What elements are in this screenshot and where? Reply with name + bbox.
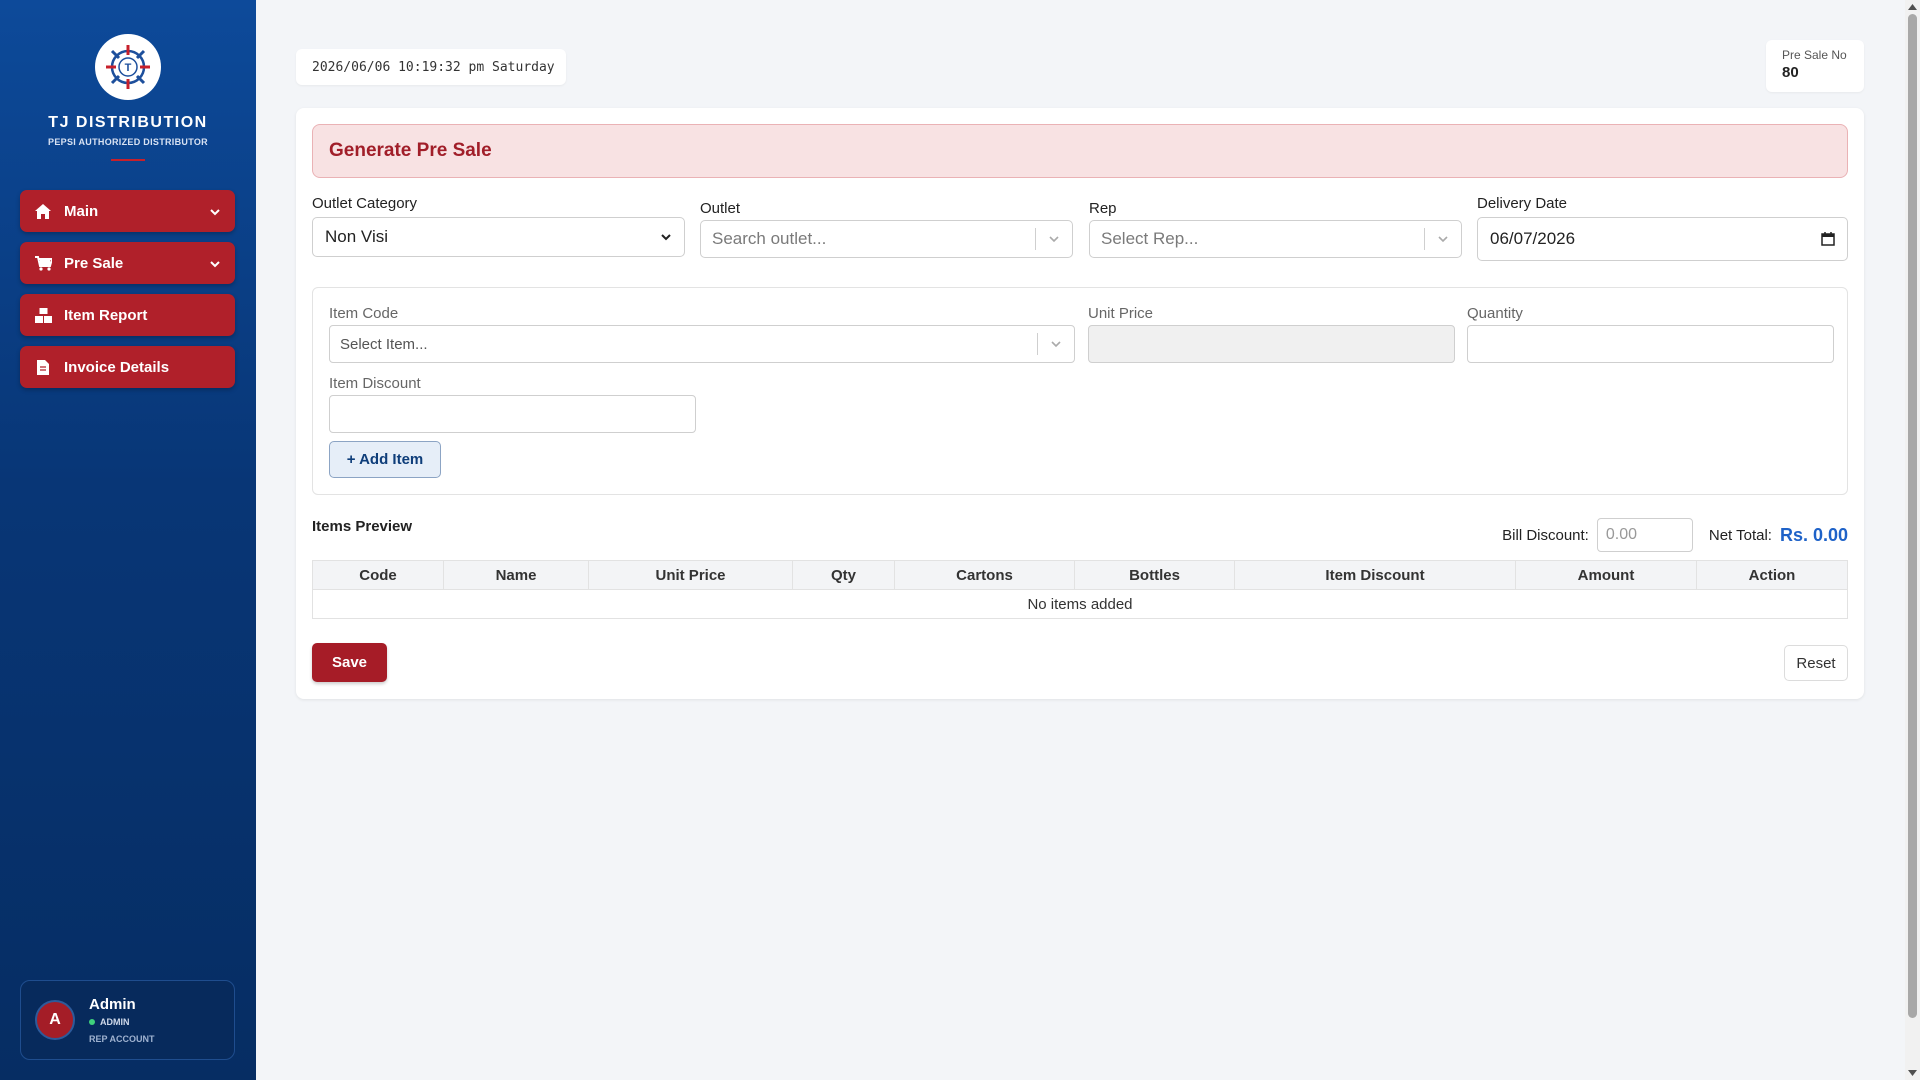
delivery-date-label: Delivery Date bbox=[1477, 195, 1568, 212]
quantity-field: Quantity bbox=[1467, 305, 1834, 363]
sidebar-item-invoice-details[interactable]: Invoice Details bbox=[20, 346, 235, 388]
profile-role-text: ADMIN bbox=[100, 1017, 130, 1027]
scroll-down-arrow-icon[interactable] bbox=[1908, 1068, 1917, 1078]
bill-summary: Bill Discount: 0.00 Net Total: Rs. 0.00 bbox=[1502, 518, 1848, 552]
calendar-icon[interactable] bbox=[1821, 232, 1835, 246]
bill-discount-label: Bill Discount: bbox=[1502, 526, 1589, 544]
scroll-up-arrow-icon[interactable] bbox=[1908, 2, 1917, 12]
boxes-icon bbox=[34, 306, 52, 324]
save-button[interactable]: Save bbox=[312, 643, 387, 682]
form-title: Generate Pre Sale bbox=[312, 124, 1848, 178]
column-header: Code bbox=[312, 560, 444, 590]
profile-name: Admin bbox=[89, 996, 136, 1013]
delivery-date-field: Delivery Date 06/07/2026 bbox=[1477, 195, 1848, 261]
profile-account-type: REP ACCOUNT bbox=[89, 1034, 155, 1044]
chevron-down-icon[interactable] bbox=[1036, 233, 1072, 245]
outlet-category-value: Non Visi bbox=[325, 227, 388, 246]
page-scrollbar[interactable] bbox=[1905, 0, 1920, 1080]
sidebar-nav: Main Pre Sale Item Report Invoice Detail… bbox=[20, 190, 235, 398]
chevron-down-icon bbox=[209, 257, 221, 269]
sidebar-item-item-report[interactable]: Item Report bbox=[20, 294, 235, 336]
chevron-down-icon bbox=[661, 234, 671, 241]
column-header: Unit Price bbox=[588, 560, 793, 590]
table-header-row: Code Name Unit Price Qty Cartons Bottles… bbox=[312, 560, 1848, 590]
bill-discount-placeholder: 0.00 bbox=[1605, 526, 1637, 543]
item-code-field: Item Code Select Item... bbox=[329, 305, 1075, 363]
rep-label: Rep bbox=[1089, 200, 1117, 217]
home-icon bbox=[34, 202, 52, 220]
quantity-input[interactable] bbox=[1467, 325, 1834, 363]
presale-number-label: Pre Sale No bbox=[1782, 48, 1847, 62]
chevron-down-icon[interactable] bbox=[1425, 233, 1461, 245]
item-code-label: Item Code bbox=[329, 305, 399, 322]
bill-discount-input[interactable]: 0.00 bbox=[1596, 518, 1693, 552]
brand: T TJ DISTRIBUTION PEPSI AUTHORIZED DISTR… bbox=[0, 34, 256, 161]
profile-info: Admin ADMIN REP ACCOUNT bbox=[89, 996, 155, 1044]
chevron-down-icon[interactable] bbox=[1038, 338, 1074, 350]
brand-divider bbox=[111, 159, 145, 161]
scrollbar-thumb[interactable] bbox=[1908, 14, 1917, 1018]
presale-form-card: Generate Pre Sale Outlet Category Non Vi… bbox=[296, 108, 1864, 699]
svg-text:T: T bbox=[125, 62, 132, 74]
chevron-down-icon bbox=[209, 205, 221, 217]
sidebar-item-label: Pre Sale bbox=[64, 254, 124, 272]
delivery-date-value: 06/07/2026 bbox=[1490, 229, 1576, 248]
reset-button[interactable]: Reset bbox=[1784, 645, 1848, 681]
outlet-category-field: Outlet Category Non Visi bbox=[312, 195, 685, 257]
item-discount-label: Item Discount bbox=[329, 375, 421, 392]
outlet-field: Outlet Search outlet... bbox=[700, 200, 1073, 258]
items-preview-title: Items Preview bbox=[312, 518, 413, 535]
column-header: Item Discount bbox=[1234, 560, 1516, 590]
outlet-category-label: Outlet Category bbox=[312, 195, 418, 212]
column-header: Bottles bbox=[1074, 560, 1235, 590]
add-item-button[interactable]: + Add Item bbox=[329, 441, 441, 478]
item-code-placeholder: Select Item... bbox=[340, 335, 428, 353]
brand-subtitle: PEPSI AUTHORIZED DISTRIBUTOR bbox=[48, 137, 208, 147]
item-discount-input[interactable] bbox=[329, 395, 696, 433]
item-code-select[interactable]: Select Item... bbox=[329, 325, 1075, 363]
items-table: Code Name Unit Price Qty Cartons Bottles… bbox=[312, 560, 1848, 619]
outlet-label: Outlet bbox=[700, 200, 741, 217]
column-header: Qty bbox=[792, 560, 895, 590]
quantity-label: Quantity bbox=[1467, 305, 1523, 322]
outlet-placeholder: Search outlet... bbox=[712, 229, 827, 248]
online-status-icon bbox=[89, 1019, 95, 1025]
current-datetime: 2026/06/06 10:19:32 pm Saturday bbox=[296, 49, 566, 85]
document-icon bbox=[34, 358, 52, 376]
presale-number-badge: Pre Sale No 80 bbox=[1766, 40, 1864, 92]
sidebar-item-label: Main bbox=[64, 202, 99, 220]
brand-name: TJ DISTRIBUTION bbox=[48, 114, 208, 131]
net-total-label: Net Total: bbox=[1708, 526, 1772, 544]
column-header: Action bbox=[1696, 560, 1848, 590]
unit-price-input bbox=[1088, 325, 1455, 363]
item-discount-field: Item Discount bbox=[329, 375, 696, 433]
outlet-search-select[interactable]: Search outlet... bbox=[700, 220, 1073, 258]
rep-field: Rep Select Rep... bbox=[1089, 200, 1462, 258]
cart-icon bbox=[34, 254, 52, 272]
item-entry-section: Item Code Select Item... Unit Price Quan… bbox=[312, 287, 1848, 495]
sidebar-item-pre-sale[interactable]: Pre Sale bbox=[20, 242, 235, 284]
column-header: Cartons bbox=[894, 560, 1075, 590]
company-logo: T bbox=[95, 34, 161, 100]
outlet-category-select[interactable]: Non Visi bbox=[312, 217, 685, 257]
net-total-value: Rs. 0.00 bbox=[1779, 524, 1848, 545]
column-header: Amount bbox=[1515, 560, 1697, 590]
unit-price-label: Unit Price bbox=[1088, 305, 1154, 322]
avatar: A bbox=[35, 1000, 75, 1040]
sidebar: T TJ DISTRIBUTION PEPSI AUTHORIZED DISTR… bbox=[0, 0, 256, 1080]
unit-price-field: Unit Price bbox=[1088, 305, 1455, 363]
presale-number-value: 80 bbox=[1782, 64, 1799, 81]
column-header: Name bbox=[443, 560, 589, 590]
empty-table-message: No items added bbox=[312, 589, 1848, 619]
profile-role: ADMIN bbox=[89, 1017, 155, 1027]
table-row: No items added bbox=[312, 589, 1848, 619]
user-profile[interactable]: A Admin ADMIN REP ACCOUNT bbox=[20, 980, 235, 1060]
sidebar-item-main[interactable]: Main bbox=[20, 190, 235, 232]
sidebar-item-label: Invoice Details bbox=[64, 358, 170, 376]
sidebar-item-label: Item Report bbox=[64, 306, 148, 324]
delivery-date-input[interactable]: 06/07/2026 bbox=[1477, 217, 1848, 261]
rep-placeholder: Select Rep... bbox=[1101, 229, 1199, 248]
rep-select[interactable]: Select Rep... bbox=[1089, 220, 1462, 258]
